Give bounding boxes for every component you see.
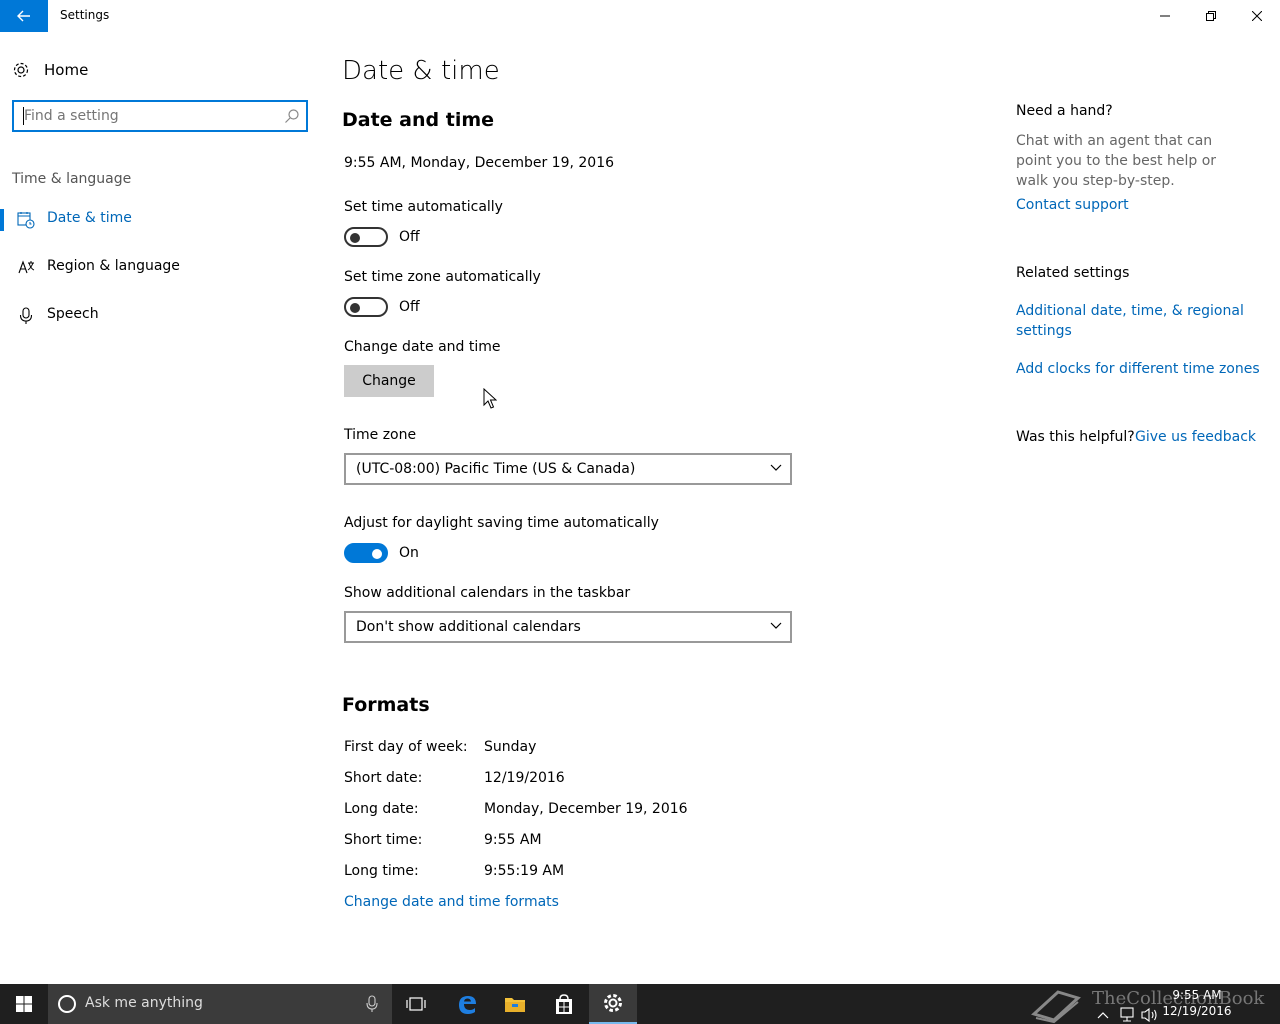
toggle-knob [350,233,360,243]
gear-icon [604,994,622,1012]
microphone-icon [366,995,378,1012]
region-language-icon [18,260,35,274]
store-button[interactable] [540,984,588,1024]
helpful-question: Was this helpful? [1016,429,1135,445]
chevron-up-icon[interactable] [1097,996,1109,1024]
folder-icon [505,998,525,1012]
format-label: Short time: [344,832,423,848]
restore-button[interactable] [1188,0,1234,32]
format-value: 9:55:19 AM [484,863,565,879]
sidebar-item-speech[interactable]: Speech [0,296,320,336]
time-zone-label: Time zone [344,427,417,443]
windows-logo-icon [16,996,32,1012]
format-value: Sunday [484,739,537,755]
nav-home[interactable]: Home [12,58,302,82]
toggle-knob [372,549,382,559]
task-view-icon [406,997,426,1011]
mouse-cursor-icon [483,388,497,409]
store-bag-icon [556,994,572,1014]
text-caret [23,107,24,125]
restore-icon [1206,11,1216,21]
nav-group-label: Time & language [12,171,132,187]
clock-date: 12/19/2016 [1162,1004,1232,1018]
microphone-icon [19,307,33,324]
search-icon [285,109,299,123]
set-tz-auto-state: Off [399,299,420,315]
minimize-icon [1160,15,1170,17]
format-label: Short date: [344,770,423,786]
format-label: Long time: [344,863,419,879]
volume-icon[interactable] [1140,995,1160,1024]
clock-time: 9:55 AM [1172,988,1222,1002]
sidebar-item-date-time[interactable]: Date & time [0,200,320,240]
format-label: Long date: [344,801,419,817]
set-tz-auto-label: Set time zone automatically [344,269,541,285]
task-view-button[interactable] [392,984,440,1024]
network-icon[interactable] [1118,995,1136,1024]
set-time-auto-label: Set time automatically [344,199,503,215]
chevron-down-icon [770,622,782,629]
edge-button[interactable] [443,984,491,1024]
file-explorer-button[interactable] [491,984,539,1024]
minimize-button[interactable] [1142,0,1188,32]
dst-state: On [399,545,419,561]
sidebar-item-label: Speech [47,306,99,322]
current-datetime: 9:55 AM, Monday, December 19, 2016 [344,155,615,171]
cortana-icon [58,995,76,1013]
help-text: Chat with an agent that can point you to… [1016,133,1217,189]
sidebar-item-region-language[interactable]: Region & language [0,248,320,288]
set-tz-auto-toggle[interactable] [344,297,388,317]
format-value: 12/19/2016 [484,770,565,786]
search-field[interactable] [12,100,308,132]
calendars-label: Show additional calendars in the taskbar [344,585,631,601]
dst-toggle[interactable] [344,543,388,563]
additional-settings-link[interactable]: Additional date, time, & regional settin… [1016,301,1256,341]
edge-icon [459,996,476,1014]
change-formats-link[interactable]: Change date and time formats [344,894,559,910]
dst-label: Adjust for daylight saving time automati… [344,515,659,531]
format-label: First day of week: [344,739,468,755]
section-title-date-time: Date and time [342,109,495,131]
format-value: Monday, December 19, 2016 [484,801,688,817]
close-icon [1252,11,1262,21]
settings-taskbar-button[interactable] [589,984,637,1024]
nav-home-label: Home [44,61,89,79]
search-input[interactable] [14,102,274,130]
contact-support-link[interactable]: Contact support [1016,197,1129,213]
cortana-search-box[interactable]: Ask me anything [48,984,392,1024]
back-button[interactable] [0,0,48,32]
cortana-placeholder: Ask me anything [85,995,203,1011]
taskbar-clock[interactable]: 9:55 AM 12/19/2016 [1162,987,1232,1019]
change-button[interactable]: Change [344,365,434,397]
related-settings-title: Related settings [1016,265,1130,281]
window-title: Settings [60,8,110,22]
calendars-value: Don't show additional calendars [356,619,581,635]
format-value: 9:55 AM [484,832,542,848]
start-button[interactable] [0,984,48,1024]
section-title-formats: Formats [342,694,430,716]
add-clocks-link[interactable]: Add clocks for different time zones [1016,361,1260,377]
calendars-dropdown[interactable]: Don't show additional calendars [344,611,792,643]
active-indicator [0,209,4,231]
sidebar-item-label: Region & language [47,258,180,274]
set-time-auto-state: Off [399,229,420,245]
taskbar: Ask me anything TheCollectionBook 9:55 A… [0,984,1280,1024]
title-bar: Settings [0,0,1280,32]
change-datetime-label: Change date and time [344,339,501,355]
help-title: Need a hand? [1016,103,1113,119]
toggle-knob [350,303,360,313]
chevron-down-icon [770,464,782,471]
time-zone-dropdown[interactable]: (UTC-08:00) Pacific Time (US & Canada) [344,453,792,485]
set-time-auto-toggle[interactable] [344,227,388,247]
calendar-clock-icon [17,212,35,229]
feedback-link[interactable]: Give us feedback [1135,429,1256,445]
close-button[interactable] [1234,0,1280,32]
gear-icon [13,62,29,78]
sidebar-item-label: Date & time [47,210,132,226]
back-arrow-icon [17,10,30,22]
book-watermark-icon [1031,990,1081,1024]
time-zone-value: (UTC-08:00) Pacific Time (US & Canada) [356,461,636,477]
page-title: Date & time [342,56,500,86]
